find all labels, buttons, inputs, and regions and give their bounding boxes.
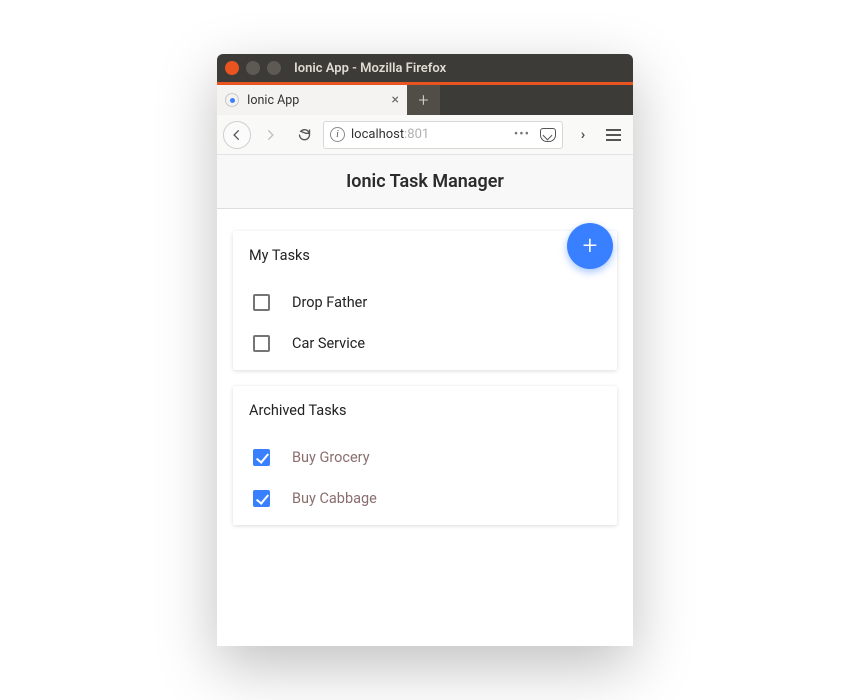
- task-label: Drop Father: [292, 294, 367, 311]
- app-header: Ionic Task Manager: [217, 155, 633, 209]
- archived-task-row[interactable]: Buy Cabbage: [249, 478, 601, 519]
- tab-strip: Ionic App × +: [217, 82, 633, 115]
- tab-title: Ionic App: [247, 93, 299, 108]
- arrow-right-icon: [263, 128, 277, 142]
- tab-close-icon[interactable]: ×: [392, 93, 399, 107]
- task-label: Buy Cabbage: [292, 490, 377, 507]
- window-title: Ionic App - Mozilla Firefox: [294, 61, 446, 76]
- browser-window: Ionic App - Mozilla Firefox Ionic App × …: [217, 54, 633, 646]
- url-host: localhost: [351, 127, 404, 142]
- window-close-button[interactable]: [225, 61, 239, 75]
- url-rest: :801: [404, 127, 429, 142]
- task-row[interactable]: Drop Father: [249, 282, 601, 323]
- my-tasks-card: + My Tasks Drop Father Car Service: [233, 231, 617, 370]
- task-checkbox[interactable]: [253, 335, 270, 352]
- reload-button[interactable]: [289, 120, 319, 150]
- task-row[interactable]: Car Service: [249, 323, 601, 364]
- add-task-button[interactable]: +: [567, 223, 613, 269]
- site-info-icon[interactable]: i: [330, 127, 345, 142]
- url-bar[interactable]: i localhost:801 •••: [323, 121, 563, 149]
- archived-tasks-card: Archived Tasks Buy Grocery Buy Cabbage: [233, 386, 617, 525]
- app-content: + My Tasks Drop Father Car Service Archi…: [217, 209, 633, 646]
- app-title: Ionic Task Manager: [346, 171, 504, 192]
- archived-tasks-title: Archived Tasks: [249, 402, 601, 419]
- pocket-icon[interactable]: [540, 128, 556, 142]
- archived-task-row[interactable]: Buy Grocery: [249, 437, 601, 478]
- forward-button[interactable]: [255, 120, 285, 150]
- browser-toolbar: i localhost:801 ••• ››: [217, 115, 633, 155]
- menu-button[interactable]: [599, 129, 627, 141]
- arrow-left-icon: [230, 128, 244, 142]
- task-checkbox[interactable]: [253, 294, 270, 311]
- browser-tab[interactable]: Ionic App ×: [217, 85, 407, 115]
- back-button[interactable]: [223, 121, 251, 149]
- page-actions-icon[interactable]: •••: [510, 127, 534, 142]
- task-label: Car Service: [292, 335, 365, 352]
- window-titlebar: Ionic App - Mozilla Firefox: [217, 54, 633, 82]
- tab-favicon-icon: [225, 93, 239, 107]
- task-checkbox[interactable]: [253, 490, 270, 507]
- my-tasks-title: My Tasks: [249, 247, 601, 264]
- window-maximize-button[interactable]: [267, 61, 281, 75]
- new-tab-button[interactable]: +: [407, 85, 440, 115]
- task-label: Buy Grocery: [292, 449, 370, 466]
- hamburger-icon: [606, 129, 621, 141]
- reload-icon: [297, 127, 312, 142]
- overflow-button[interactable]: ››: [567, 127, 595, 143]
- plus-icon: +: [583, 233, 598, 259]
- window-minimize-button[interactable]: [246, 61, 260, 75]
- task-checkbox[interactable]: [253, 449, 270, 466]
